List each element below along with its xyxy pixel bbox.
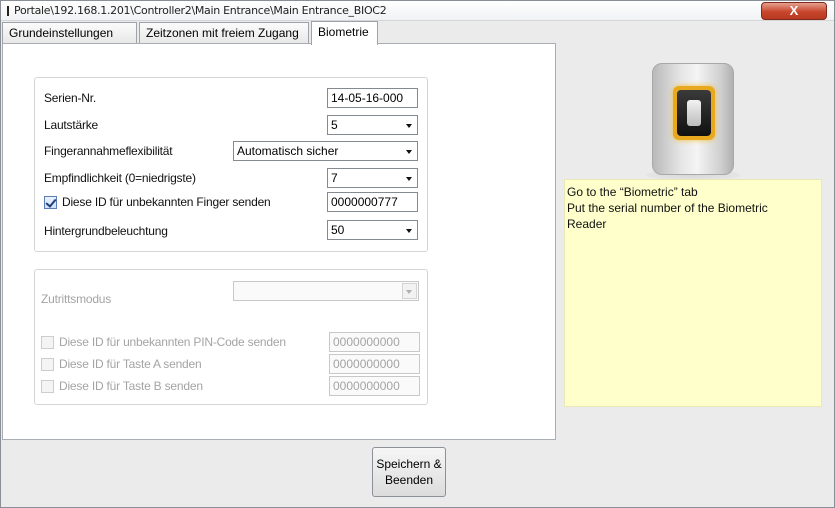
sensitivity-select[interactable]: 7 xyxy=(327,168,418,188)
unknown-pin-checkbox[interactable] xyxy=(41,336,54,349)
key-b-label: Diese ID für Taste B senden xyxy=(59,379,203,393)
access-mode-label: Zutrittsmodus xyxy=(41,292,112,306)
sensor-glass xyxy=(687,100,701,126)
key-a-id-input[interactable]: 0000000000 xyxy=(329,354,420,374)
save-button-line2: Beenden xyxy=(384,473,434,487)
flexibility-select[interactable]: Automatisch sicher xyxy=(233,141,418,161)
backlight-select[interactable]: 50 xyxy=(327,220,418,240)
annotation-line1: Go to the “Biometric” tab xyxy=(567,185,698,199)
chevron-down-icon xyxy=(406,150,412,154)
dropdown-button xyxy=(402,283,417,299)
sensitivity-label: Empfindlichkeit (0=niedrigste) xyxy=(44,171,196,185)
unknown-finger-id-input[interactable]: 0000000777 xyxy=(327,192,418,212)
biometrics-tab-panel: Serien-Nr. 14-05-16-000 Lautstärke 5 Fin… xyxy=(2,43,556,440)
close-button[interactable]: X xyxy=(761,2,827,20)
volume-value: 5 xyxy=(331,118,338,132)
window-title: Portale\192.168.1.201\Controller2\Main E… xyxy=(14,4,387,17)
unknown-finger-label: Diese ID für unbekannten Finger senden xyxy=(62,195,271,209)
key-b-id-input[interactable]: 0000000000 xyxy=(329,376,420,396)
chevron-down-icon xyxy=(406,290,412,294)
key-a-checkbox[interactable] xyxy=(41,358,54,371)
serial-number-input[interactable]: 14-05-16-000 xyxy=(327,88,418,108)
access-settings-group: Zutrittsmodus Diese ID für unbekannten P… xyxy=(34,269,428,405)
app-icon xyxy=(7,6,9,16)
chevron-down-icon xyxy=(406,124,412,128)
flexibility-label: Fingerannahmeflexibilität xyxy=(44,144,173,158)
access-mode-select[interactable] xyxy=(233,281,419,301)
fingerprint-reader-icon xyxy=(652,63,734,175)
unknown-pin-id-input[interactable]: 0000000000 xyxy=(329,332,420,352)
annotation-note: Go to the “Biometric” tab Put the serial… xyxy=(564,179,822,407)
key-a-label: Diese ID für Taste A senden xyxy=(59,357,202,371)
save-button-line1: Speichern & xyxy=(376,457,442,471)
sensitivity-value: 7 xyxy=(331,171,338,185)
biometric-settings-group: Serien-Nr. 14-05-16-000 Lautstärke 5 Fin… xyxy=(34,77,428,252)
tab-grundeinstellungen[interactable]: Grundeinstellungen xyxy=(2,22,137,44)
chevron-down-icon xyxy=(406,177,412,181)
key-b-checkbox[interactable] xyxy=(41,380,54,393)
sensor-ring xyxy=(673,86,715,140)
volume-label: Lautstärke xyxy=(44,118,99,132)
annotation-line2: Put the serial number of the Biometric xyxy=(567,201,768,215)
annotation-line3: Reader xyxy=(567,217,607,231)
tab-zeitzonen[interactable]: Zeitzonen mit freiem Zugang xyxy=(139,22,309,44)
sensor-window xyxy=(677,90,711,136)
flexibility-value: Automatisch sicher xyxy=(237,144,339,158)
unknown-pin-label: Diese ID für unbekannten PIN-Code senden xyxy=(59,335,286,349)
save-and-exit-button[interactable]: Speichern & Beenden xyxy=(372,447,446,497)
volume-select[interactable]: 5 xyxy=(327,115,418,135)
chevron-down-icon xyxy=(406,229,412,233)
unknown-finger-checkbox[interactable] xyxy=(44,196,57,209)
title-bar[interactable]: Portale\192.168.1.201\Controller2\Main E… xyxy=(1,1,834,21)
backlight-label: Hintergrundbeleuchtung xyxy=(44,224,168,238)
backlight-value: 50 xyxy=(331,223,345,237)
serial-number-label: Serien-Nr. xyxy=(44,91,97,105)
tab-biometrie[interactable]: Biometrie xyxy=(311,21,378,45)
dialog-window: Portale\192.168.1.201\Controller2\Main E… xyxy=(0,0,835,508)
